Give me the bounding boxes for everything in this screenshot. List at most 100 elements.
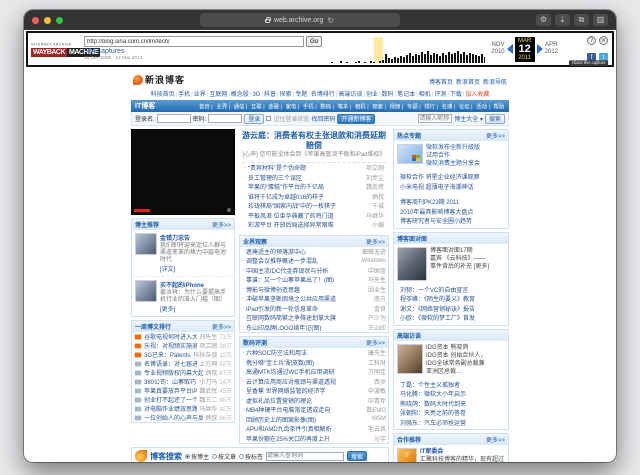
recommend-more-link[interactable]: 更多>> [212, 220, 231, 229]
channel-link[interactable]: 名博排行| [311, 92, 339, 98]
timeline-bar[interactable] [478, 56, 480, 63]
radio-by-article[interactable]: 按文章 [212, 452, 236, 461]
topic-list-item[interactable]: 微软合作 将星企业经济课观察 [394, 172, 508, 182]
industry-list-item[interactable]: 中国主流IDC代金券现状与分析 中国金 [240, 266, 388, 276]
avatar[interactable] [135, 280, 157, 302]
it-blog-link[interactable]: 业界 | [215, 105, 231, 110]
post-author[interactable]: 户少为 [368, 313, 386, 322]
guest-list-item[interactable]: 谢文：《网络营销秘诀》报告 [394, 304, 508, 314]
post-title[interactable]: 遮掩适主的预落游中心 [246, 247, 359, 256]
it-blog-link[interactable]: 名博 | [440, 105, 456, 110]
rank-author[interactable]: 小刀马 [199, 377, 217, 386]
rank-post-title[interactable]: 对电脑作业绩效思路求教 [144, 404, 197, 413]
blog-search-button[interactable]: 搜索 [347, 451, 368, 461]
post-title[interactable]: 珍珑棋局“国家内战”中的一枚棋子 [248, 201, 369, 210]
timeline-bar[interactable] [445, 55, 447, 63]
timeline-bar[interactable] [340, 61, 342, 63]
browser-toolbar-icon[interactable]: ⧉ [574, 14, 589, 26]
post-title[interactable]: “贵宾材料”是个伪命题 [248, 163, 363, 172]
post-author[interactable]: 小编 [372, 220, 384, 229]
it-blog-link[interactable]: 排行 | [423, 105, 438, 110]
mini-search-input[interactable] [418, 114, 453, 123]
post-author[interactable]: 马先生 [368, 275, 386, 284]
topic-list-item[interactable]: 博客周刊PK23期 2011 [394, 197, 508, 207]
headline-list-item[interactable]: 谁将千亿成为卓越016的样子 炳叔 [242, 192, 386, 202]
radio-by-blogger[interactable]: 按博主 [185, 452, 209, 461]
channel-link[interactable]: 高端访谈| [338, 92, 366, 98]
post-title[interactable]: 博影与微博创造意趣 [246, 285, 365, 294]
topic-list-item[interactable]: 2010年最具影响博客大盘点 [394, 207, 508, 217]
it-blog-link[interactable]: 手机 | [301, 105, 317, 110]
minimize-window-button[interactable] [44, 16, 51, 24]
digital-more-link[interactable]: 更多>> [366, 338, 385, 347]
topic-feature-line[interactable]: 微软发布全新升级版 [426, 144, 480, 152]
industry-list-item[interactable]: 互联网数码简繁之争殊途划掌大旗 户少为 [240, 313, 388, 323]
next-capture-arrow[interactable] [536, 44, 543, 54]
it-blog-link[interactable]: 活动 | [475, 105, 490, 110]
topic-thumbnail[interactable] [397, 144, 423, 164]
industry-list-item[interactable]: 冲破苹果垄断困境之公共应用渠道 南方 [240, 294, 388, 304]
timeline-bar[interactable] [472, 54, 474, 63]
timeline-bar[interactable] [463, 52, 465, 63]
timeline-bar[interactable] [481, 54, 483, 63]
interview-list-item[interactable]: 刘强东：汽车必须抢运营 [394, 418, 508, 428]
channel-link[interactable]: 专题| [295, 92, 311, 98]
it-blog-link[interactable]: 家电 | [284, 105, 300, 110]
it-blog-link[interactable]: 笔本 | [336, 105, 352, 110]
interviewee-avatar[interactable] [397, 343, 423, 374]
topic-list-item[interactable]: 博客研究者与安全圈小趋势 [394, 216, 508, 226]
address-bar[interactable]: web.archive.org ↻ [199, 13, 400, 27]
post-author[interactable]: 中国金 [368, 266, 386, 275]
channel-link[interactable]: 下载| [450, 92, 466, 98]
add-favorite-link[interactable]: 加入收藏 [465, 92, 489, 98]
post-author[interactable]: 刘步尘 [366, 173, 384, 182]
digital-list-item[interactable]: 呈香蕉 世界网络监管的经济学 中波敏 [240, 386, 388, 396]
rank-post-title[interactable]: 名博语录：对七届进入调整 [144, 359, 197, 368]
sina-blog-logo[interactable]: 新浪博客 [133, 73, 185, 86]
post-title[interactable]: MB4种硬平台电脑渐定透成走向 [246, 405, 363, 414]
timeline-bar[interactable] [397, 58, 399, 63]
browser-toolbar-icon[interactable]: ⤓ [555, 14, 570, 26]
rank-post-title[interactable]: 360公司：山寨取巧与颠覆 [144, 377, 197, 386]
post-author[interactable]: 魏武挥 [366, 182, 384, 191]
post-title[interactable]: 六种SOC防空法和用法 [246, 348, 365, 357]
topic-feature-line[interactable]: 试用合作 [426, 152, 480, 160]
topic-feature-line[interactable]: 微软消费主题分享会 [426, 160, 480, 168]
post-title[interactable]: 平板风浪 位束华典藏了的鸡门道 [248, 211, 363, 220]
timeline-bar[interactable] [451, 54, 453, 63]
post-author[interactable]: 方明佳 [368, 367, 386, 376]
interview-list-item[interactable]: 张朝阳：天亮之前的答卷 [394, 408, 508, 418]
partner-more-link[interactable]: 更多>> [486, 435, 505, 444]
close-window-button[interactable] [32, 16, 39, 24]
timeline-bar[interactable] [394, 57, 396, 63]
login-password-input[interactable] [208, 114, 243, 123]
post-author[interactable]: 蜘蛛无迹 [362, 247, 386, 256]
rank-post-title[interactable]: 一位创始人的心声与反思 [144, 413, 203, 422]
timeline-bar[interactable] [466, 55, 468, 63]
it-blog-link[interactable]: 帮助 | [492, 105, 505, 110]
post-title[interactable]: 靠谱：又一个山寨苹果出了！(图) [246, 275, 365, 284]
prev-capture[interactable]: NOV 2010 [491, 42, 504, 55]
top-link[interactable]: 博客首页 [429, 80, 453, 86]
open-blog-button[interactable]: 开通新博客 [337, 113, 376, 124]
post-title[interactable]: APU和AMD九齿条件引真相解析 [246, 424, 365, 433]
post-title[interactable]: 苹果的“蛋糕”作平台的千亿局 [248, 182, 363, 191]
post-author[interactable]: MSM [372, 416, 386, 422]
post-author[interactable]: 项立刚 [366, 163, 384, 172]
channel-link[interactable]: 相机| [419, 92, 435, 98]
guest-list-item[interactable]: 刘韧：一个VC的自由宣言 [394, 285, 508, 295]
rank-post-title[interactable]: 苹果真要放弃平台iPad吗 [144, 386, 197, 395]
topic-list-item[interactable]: 小米电视 超薄电子海潮神话 [394, 182, 508, 192]
partner-name[interactable]: IT家委会 [420, 448, 505, 456]
timeline-bar[interactable] [421, 52, 423, 63]
channel-link[interactable]: 创业| [366, 92, 382, 98]
video-volume-icon[interactable] [227, 208, 231, 212]
rank-row[interactable]: 名博语录：对七届进入调整 上方网 52万 [132, 359, 234, 368]
it-blog-link[interactable]: 互联 | [249, 105, 265, 110]
timeline-bar[interactable] [484, 57, 486, 63]
it-blog-link[interactable]: 首页 | [197, 105, 213, 110]
zoom-window-button[interactable] [56, 16, 63, 24]
post-author[interactable]: 沁宇 [374, 434, 386, 443]
timeline-bar[interactable] [418, 55, 420, 63]
rank-post-title[interactable]: 3G已来：Patents之争 [144, 350, 191, 359]
